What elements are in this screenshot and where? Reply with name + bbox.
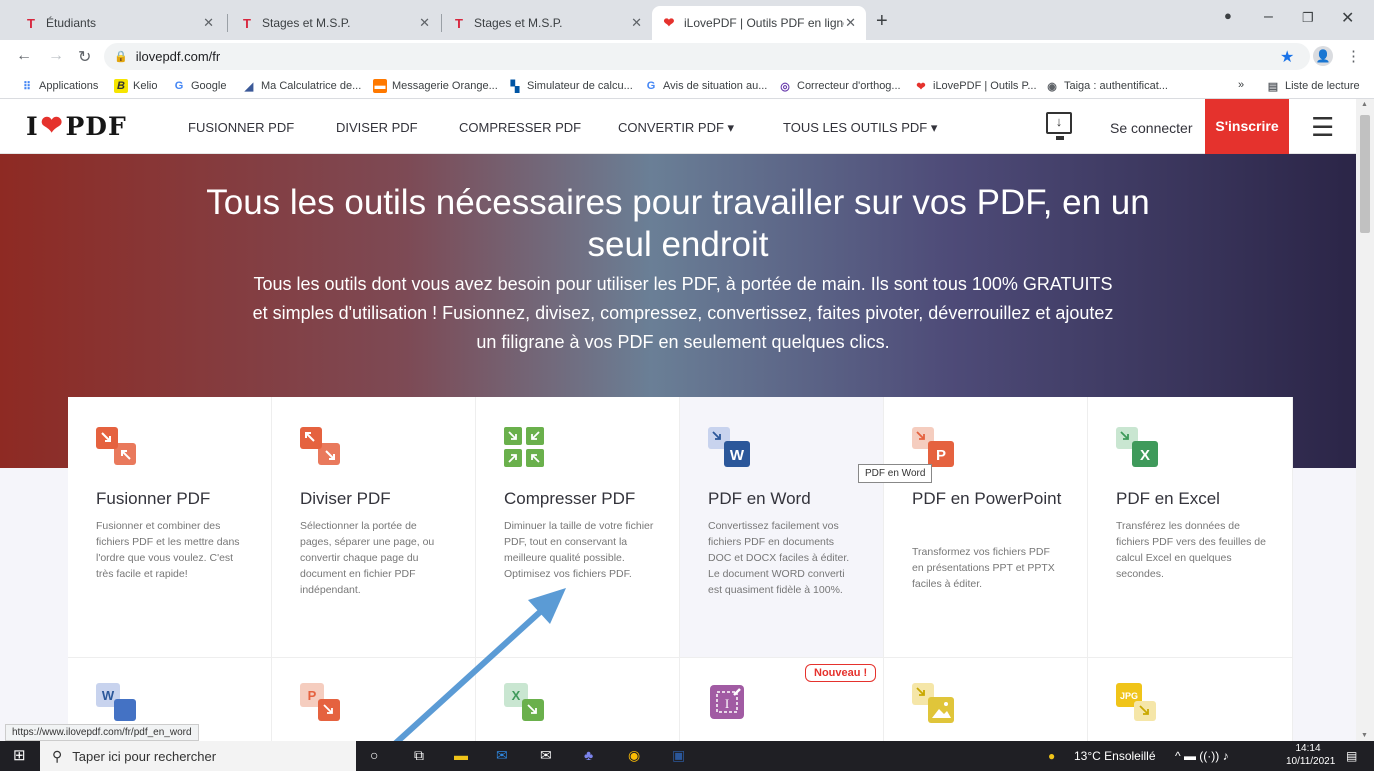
scroll-up-icon[interactable]: ▲ — [1361, 101, 1368, 108]
sun-icon: ● — [1048, 749, 1056, 763]
clock[interactable]: 14:14 10/11/2021 — [1286, 742, 1335, 768]
weather-text[interactable]: 13°C Ensoleillé — [1074, 749, 1156, 763]
teams-icon[interactable]: ♣ — [584, 747, 593, 763]
status-bar-url: https://www.ilovepdf.com/fr/pdf_en_word — [5, 724, 199, 741]
annotation-arrow — [362, 588, 566, 771]
word-app-icon[interactable]: ▣ — [672, 747, 685, 764]
notification-icon[interactable]: ▤ — [1346, 749, 1357, 763]
file-explorer-icon[interactable]: ▬ — [454, 747, 468, 763]
chrome-icon[interactable]: ◉ — [628, 747, 640, 764]
tray-icons[interactable]: ^ ▬ ((·)) ♪ — [1175, 749, 1229, 763]
taskbar-search[interactable]: ⚲ Taper ici pour rechercher — [40, 741, 356, 771]
page-scrollbar[interactable]: ▲ ▼ — [1356, 99, 1374, 741]
windows-taskbar: ⊞ ⚲ Taper ici pour rechercher ○ ⧉ ▬ ✉ ✉ … — [0, 741, 1374, 771]
outlook-icon[interactable]: ✉ — [496, 747, 508, 764]
scrollbar-thumb[interactable] — [1360, 115, 1370, 233]
windows-start-icon[interactable]: ⊞ — [13, 746, 26, 764]
scroll-down-icon[interactable]: ▼ — [1361, 732, 1368, 739]
task-view-icon[interactable]: ⧉ — [414, 747, 424, 764]
mail-icon[interactable]: ✉ — [540, 747, 552, 764]
search-icon: ⚲ — [52, 747, 63, 764]
cortana-icon[interactable]: ○ — [370, 747, 378, 763]
screen: { "browser": { "tabs": [ {"label": "Étud… — [0, 0, 1374, 771]
